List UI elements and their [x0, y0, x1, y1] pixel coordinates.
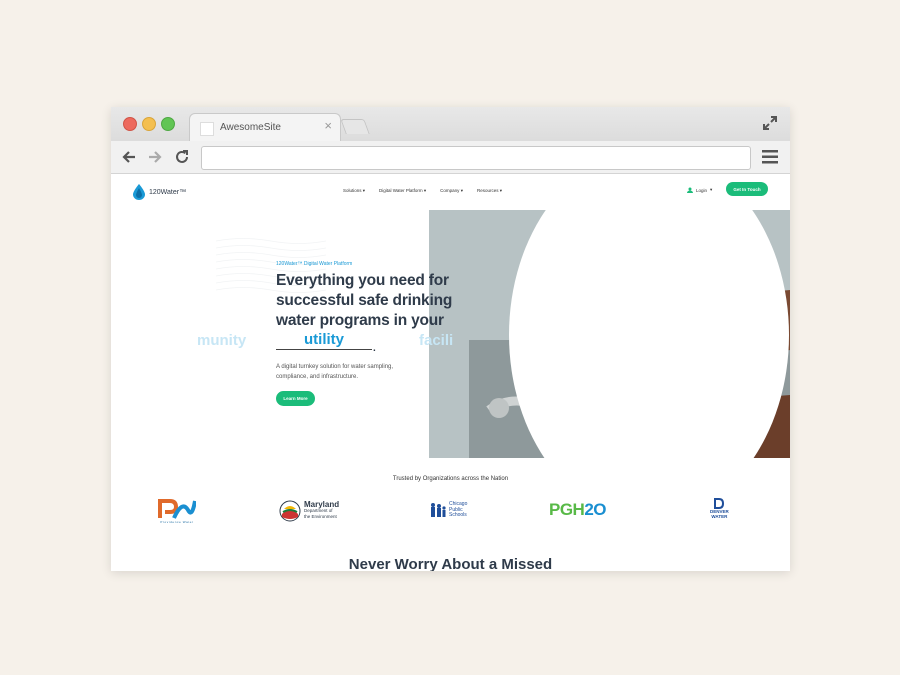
- chevron-down-icon: ▾: [499, 188, 503, 193]
- denver-water-mark: [714, 498, 725, 509]
- hero-card: [509, 210, 789, 458]
- browser-toolbar: [111, 141, 790, 174]
- section-heading: Never Worry About a Missed: [348, 556, 553, 571]
- chevron-down-icon: ▾: [423, 188, 427, 193]
- denver-line2: WATER: [711, 514, 728, 519]
- maryland-logo: Maryland Department of the Environment: [279, 500, 339, 522]
- trusted-heading: Trusted by Organizations across the Nati…: [392, 476, 509, 482]
- forward-arrow-icon[interactable]: [147, 149, 163, 165]
- user-icon: [687, 187, 693, 193]
- chevron-down-icon: ▾: [362, 188, 366, 193]
- providence-water-mark: [158, 499, 196, 519]
- rotating-word-suffix: .: [373, 343, 376, 354]
- nav-item-digital-water-platform[interactable]: Digital Water Platform ▾: [379, 188, 426, 194]
- pgh2o-logo: PGH 2O: [549, 500, 607, 520]
- tab-title: AwesomeSite: [220, 122, 281, 133]
- chicago-schools-figures-icon: [431, 503, 446, 518]
- close-window-button[interactable]: [123, 117, 137, 131]
- rotating-word-current: utility: [276, 331, 372, 350]
- hero-subtext: A digital turnkey solution for water sam…: [276, 364, 394, 380]
- favicon-icon: [200, 122, 214, 136]
- get-in-touch-button[interactable]: Get In Touch: [726, 182, 768, 196]
- hero-image: [429, 210, 790, 458]
- login-link[interactable]: Login ▾: [687, 187, 712, 193]
- hero-eyebrow: 120Water™ Digital Water Platform: [276, 261, 353, 267]
- logo-text: 120Water™: [149, 188, 187, 196]
- chicago-text: Chicago Public Schools: [449, 501, 467, 519]
- maryland-seal-icon: [279, 500, 301, 522]
- learn-more-button[interactable]: Learn More: [276, 391, 315, 406]
- water-drop-icon: [133, 184, 145, 200]
- rotating-word-next: facili: [419, 332, 454, 349]
- expand-icon[interactable]: [762, 115, 778, 131]
- maryland-text: Maryland Department of the Environment: [304, 501, 339, 520]
- address-bar[interactable]: [201, 146, 751, 170]
- maryland-line3: the Environment: [304, 514, 337, 519]
- chicago-public-schools-logo: Chicago Public Schools: [429, 501, 467, 519]
- nav-item-resources[interactable]: Resources ▾: [477, 188, 502, 194]
- hero-headline: Everything you need for successful safe …: [276, 272, 453, 329]
- back-arrow-icon[interactable]: [121, 149, 137, 165]
- website: 120Water™ Solutions ▾ Digital Water Plat…: [111, 174, 790, 571]
- browser-menu-icon[interactable]: [762, 150, 778, 164]
- tab-bar: AwesomeSite ×: [111, 107, 790, 142]
- chevron-down-icon: ▾: [710, 187, 713, 192]
- denver-water-logo: DENVER WATER: [710, 498, 729, 519]
- site-logo[interactable]: 120Water™: [133, 184, 186, 200]
- minimize-window-button[interactable]: [142, 117, 156, 131]
- org-logos: Providence Water Maryland Department of …: [111, 496, 790, 536]
- tab-close-icon[interactable]: ×: [324, 119, 332, 133]
- main-nav: Solutions ▾ Digital Water Platform ▾ Com…: [343, 188, 502, 194]
- nav-item-solutions[interactable]: Solutions ▾: [343, 188, 365, 194]
- browser-tab[interactable]: AwesomeSite ×: [189, 113, 341, 142]
- new-tab-button[interactable]: [340, 119, 370, 134]
- providence-water-label: Providence Water: [160, 520, 194, 524]
- browser-window: AwesomeSite × 120Water™ Solutions ▾ Digi…: [111, 107, 790, 571]
- rotating-word-previous: munity: [197, 332, 247, 349]
- zoom-window-button[interactable]: [161, 117, 175, 131]
- pgh-suffix: 2O: [584, 500, 607, 519]
- providence-water-logo: Providence Water: [158, 498, 196, 524]
- login-label: Login: [696, 187, 708, 193]
- pgh-prefix: PGH: [549, 500, 585, 519]
- reload-icon[interactable]: [174, 149, 190, 165]
- chicago-line3: Schools: [449, 512, 467, 518]
- chevron-down-icon: ▾: [460, 188, 463, 193]
- nav-item-company[interactable]: Company ▾: [440, 188, 463, 194]
